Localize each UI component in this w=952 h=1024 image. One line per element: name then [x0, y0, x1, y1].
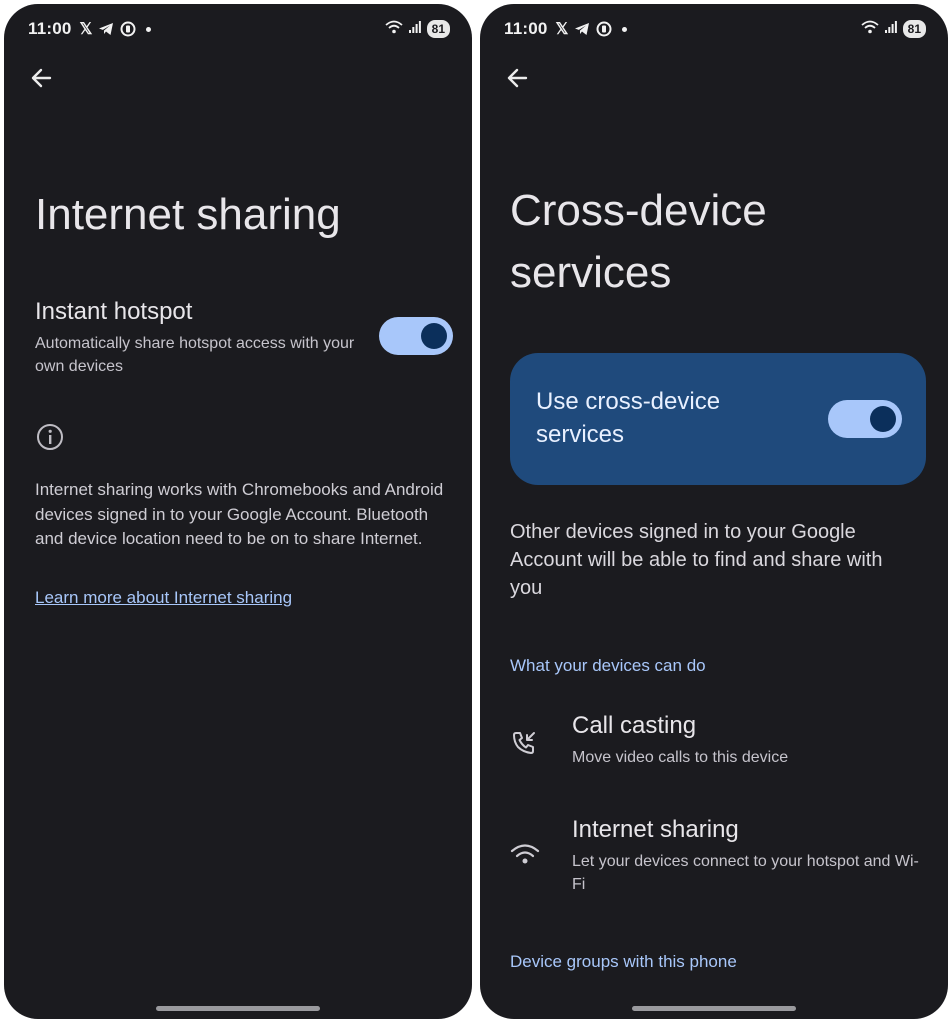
call-casting-subtitle: Move video calls to this device [572, 749, 789, 766]
signal-icon [884, 20, 897, 38]
cross-device-services-screen: 11:00 𝕏 81 Cross-device services Use cro… [480, 4, 948, 1019]
back-arrow-icon[interactable] [504, 64, 532, 92]
learn-more-link[interactable]: Learn more about Internet sharing [35, 588, 292, 608]
home-indicator[interactable] [632, 1006, 796, 1011]
internet-sharing-text: Internet sharing Let your devices connec… [572, 816, 932, 896]
status-bar: 11:00 𝕏 81 [504, 16, 926, 42]
page-title: Cross-device services [510, 186, 767, 297]
call-casting-text: Call casting Move video calls to this de… [572, 712, 788, 769]
use-cross-device-label: Use cross-device services [536, 388, 721, 448]
use-cross-device-toggle[interactable] [828, 400, 902, 438]
info-text: Internet sharing works with Chromebooks … [35, 480, 444, 548]
internet-sharing-subtitle: Let your devices connect to your hotspot… [572, 853, 919, 893]
internet-sharing-screen: 11:00 𝕏 81 Internet sharing Instant hots… [4, 4, 472, 1019]
wifi-status-icon [385, 20, 403, 39]
signal-icon [408, 20, 421, 38]
app-notification-icon [596, 21, 612, 37]
internet-sharing-title: Internet sharing [572, 816, 739, 843]
section-header-device-groups: Device groups with this phone [510, 952, 737, 971]
info-icon [35, 422, 65, 457]
wifi-icon [510, 840, 542, 872]
instant-hotspot-title: Instant hotspot [35, 298, 193, 325]
telegram-icon [98, 22, 114, 36]
call-casting-title: Call casting [572, 712, 697, 739]
status-time: 11:00 [504, 19, 548, 38]
description-text: Other devices signed in to your Google A… [510, 521, 883, 599]
home-indicator[interactable] [156, 1006, 320, 1011]
instant-hotspot-toggle[interactable] [379, 317, 453, 355]
call-casting-row[interactable]: Call casting Move video calls to this de… [510, 712, 930, 782]
more-notifications-icon [146, 26, 152, 32]
more-notifications-icon [622, 26, 628, 32]
instant-hotspot-subtitle: Automatically share hotspot access with … [35, 335, 355, 375]
app-notification-icon [120, 21, 136, 37]
toggle-knob [421, 323, 447, 349]
instant-hotspot-row[interactable]: Instant hotspot Automatically share hots… [35, 298, 365, 378]
x-app-icon: 𝕏 [555, 21, 569, 38]
toggle-knob [870, 406, 896, 432]
battery-indicator: 81 [426, 20, 450, 38]
section-header-devices: What your devices can do [510, 656, 706, 675]
wifi-status-icon [861, 20, 879, 39]
status-bar: 11:00 𝕏 81 [28, 16, 450, 42]
status-time: 11:00 [28, 19, 72, 38]
use-cross-device-card[interactable]: Use cross-device services [510, 353, 926, 485]
call-casting-icon [510, 728, 542, 760]
x-app-icon: 𝕏 [79, 21, 93, 38]
battery-indicator: 81 [902, 20, 926, 38]
telegram-icon [574, 22, 590, 36]
page-title: Internet sharing [35, 190, 341, 239]
back-arrow-icon[interactable] [28, 64, 56, 92]
internet-sharing-row[interactable]: Internet sharing Let your devices connec… [510, 816, 930, 906]
